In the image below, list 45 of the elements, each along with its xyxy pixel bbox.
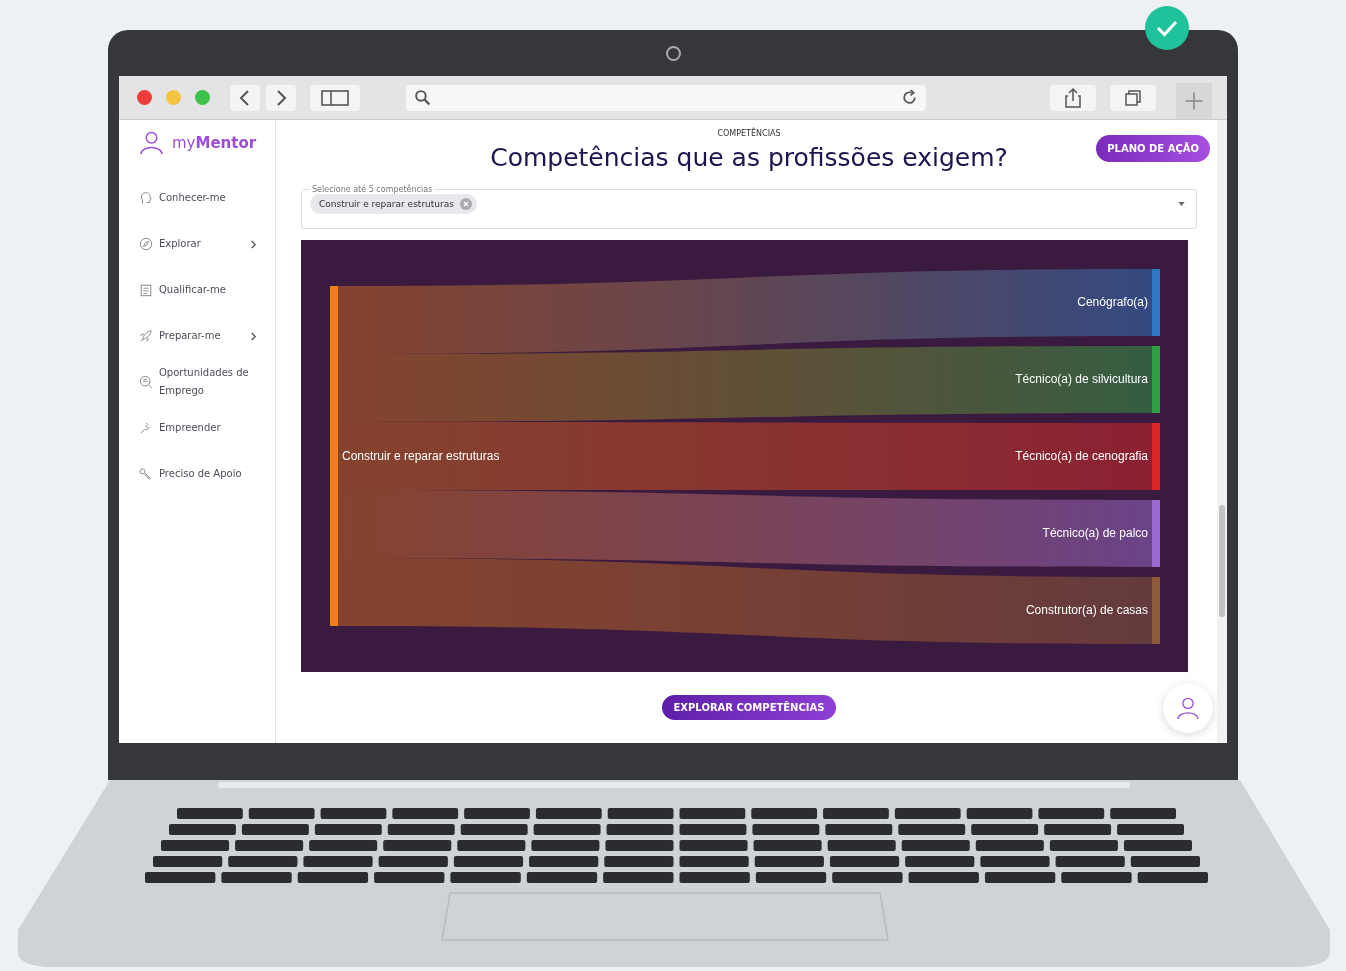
reload-icon[interactable] <box>901 89 918 106</box>
scrollbar[interactable] <box>1217 120 1227 743</box>
user-icon <box>1176 696 1200 720</box>
user-icon <box>139 130 164 155</box>
action-plan-button[interactable]: PLANO DE AÇÃO <box>1096 135 1210 162</box>
nav-item[interactable]: Explorar <box>139 221 257 267</box>
tabs-icon[interactable] <box>1110 84 1156 111</box>
node-label: Técnico(a) de silvicultura <box>1015 372 1148 386</box>
camera-icon <box>665 46 681 61</box>
head-icon <box>139 191 153 205</box>
node-label: Técnico(a) de cenografia <box>1015 449 1148 463</box>
rocket-icon <box>139 329 153 343</box>
node-label: Construtor(a) de casas <box>1025 603 1148 617</box>
compass-icon <box>139 237 153 251</box>
checkmark-badge-icon <box>1145 6 1189 50</box>
wrench-icon <box>139 467 153 481</box>
profile-button[interactable] <box>1163 683 1213 733</box>
page-title: Competências que as profissões exigem? <box>490 143 1008 172</box>
close-window-icon[interactable] <box>137 90 152 105</box>
competency-select[interactable]: Selecione até 5 competências Construir e reparar estruturas <box>301 185 1197 229</box>
forward-icon[interactable] <box>266 84 296 111</box>
nav-item[interactable]: Conhecer-me <box>139 175 257 221</box>
back-icon[interactable] <box>230 84 260 111</box>
remove-icon[interactable] <box>459 198 472 210</box>
nav-item[interactable]: Qualificar-me <box>139 267 257 313</box>
search-icon <box>414 89 431 106</box>
app-logo[interactable]: myMentor <box>172 133 257 152</box>
clipboard-icon <box>139 283 153 297</box>
sidebar-toggle-icon[interactable] <box>310 84 360 111</box>
share-icon[interactable] <box>1050 84 1096 111</box>
node-label: Construir e reparar estruturas <box>342 449 500 463</box>
section-label: COMPETÊNCIAS <box>716 129 782 138</box>
node-label: Cenógrafo(a) <box>1077 295 1148 309</box>
new-tab-icon[interactable] <box>1176 83 1212 119</box>
node-label: Técnico(a) de palco <box>1042 526 1148 540</box>
nav-item[interactable]: Preciso de Apoio <box>139 451 257 497</box>
explore-button[interactable]: EXPLORAR COMPETÊNCIAS <box>661 695 837 720</box>
maximize-window-icon[interactable] <box>195 90 210 105</box>
nav-item[interactable]: Empreender <box>139 405 257 451</box>
field-label: Selecione até 5 competências <box>311 185 434 194</box>
nav-item[interactable]: Oportunidades de Emprego <box>139 359 257 405</box>
nav-item[interactable]: Preparar-me <box>139 313 257 359</box>
dropdown-caret-icon[interactable] <box>1178 202 1185 206</box>
search-icon <box>139 375 153 389</box>
competency-chip[interactable]: Construir e reparar estruturas <box>310 194 477 214</box>
